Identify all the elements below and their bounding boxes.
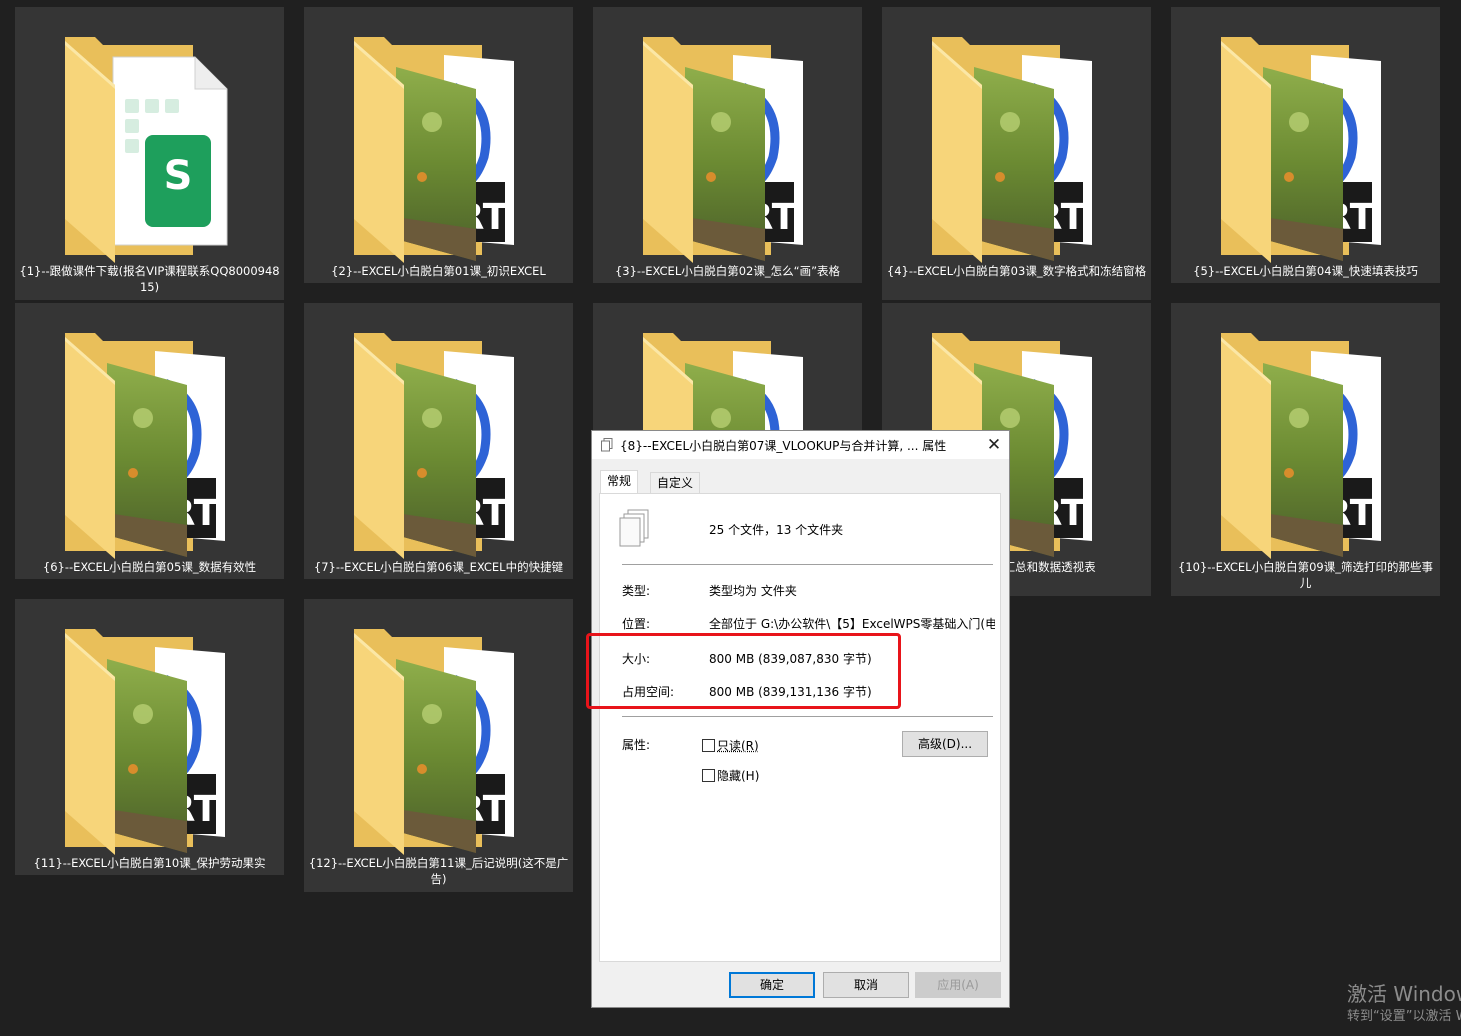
folder-icon: RT — [65, 629, 225, 855]
readonly-checkbox[interactable] — [702, 739, 715, 752]
folder-thumbnail: RT — [882, 7, 1151, 263]
folder-thumbnail: RT — [15, 599, 284, 855]
ok-button[interactable]: 确定 — [729, 972, 815, 998]
folder-item[interactable]: RT {10}--EXCEL小白脱白第09课_筛选打印的那些事儿 — [1171, 303, 1440, 596]
folder-icon: RT — [932, 37, 1092, 263]
folder-icon: RT — [643, 37, 803, 263]
dialog-title: {8}--EXCEL小白脱白第07课_VLOOKUP与合并计算, ... 属性 — [620, 439, 947, 453]
folder-icon: RT — [354, 333, 514, 559]
folder-thumbnail: RT — [1171, 7, 1440, 263]
tab-custom[interactable]: 自定义 — [650, 472, 701, 493]
folder-name: {4}--EXCEL小白脱白第03课_数字格式和冻结窗格 — [886, 264, 1147, 278]
apply-button[interactable]: 应用(A) — [915, 972, 1001, 998]
properties-dialog: {8}--EXCEL小白脱白第07课_VLOOKUP与合并计算, ... 属性 … — [591, 430, 1010, 1008]
cancel-button[interactable]: 取消 — [823, 972, 909, 998]
tab-general[interactable]: 常规 — [600, 470, 639, 493]
folder-item[interactable]: RT {12}--EXCEL小白脱白第11课_后记说明(这不是广告) — [304, 599, 573, 892]
folder-name: {1}--跟做课件下载(报名VIP课程联系QQ800094815) — [19, 264, 280, 294]
folder-item[interactable]: RT {11}--EXCEL小白脱白第10课_保护劳动果实 — [15, 599, 284, 875]
folder-thumbnail: S — [15, 7, 284, 263]
folder-item[interactable]: RT {7}--EXCEL小白脱白第06课_EXCEL中的快捷键 — [304, 303, 573, 579]
folder-icon: RT — [354, 629, 514, 855]
folder-thumbnail: RT — [593, 7, 862, 263]
contents-summary: 25 个文件，13 个文件夹 — [709, 523, 844, 537]
folder-item[interactable]: S {1}--跟做课件下载(报名VIP课程联系QQ800094815) — [15, 7, 284, 300]
folder-item[interactable]: RT {6}--EXCEL小白脱白第05课_数据有效性 — [15, 303, 284, 579]
folder-thumbnail: RT — [304, 599, 573, 855]
activation-watermark-subtitle: 转到“设置”以激活 Windows。 — [1347, 1009, 1461, 1024]
folder-thumbnail: RT — [304, 7, 573, 263]
attributes-label: 属性: — [622, 738, 651, 752]
folder-item[interactable]: RT {2}--EXCEL小白脱白第01课_初识EXCEL — [304, 7, 573, 283]
folder-name: {5}--EXCEL小白脱白第04课_快速填表技巧 — [1193, 264, 1418, 278]
thumb-sheet-letter: S — [164, 153, 193, 199]
folder-thumbnail: RT — [304, 303, 573, 559]
folder-item[interactable]: RT {4}--EXCEL小白脱白第03课_数字格式和冻结窗格 — [882, 7, 1151, 300]
folder-name: {6}--EXCEL小白脱白第05课_数据有效性 — [42, 560, 257, 574]
readonly-label[interactable]: 只读(R) — [717, 737, 759, 754]
folder-icon: RT — [1221, 37, 1381, 263]
folder-name: {11}--EXCEL小白脱白第10课_保护劳动果实 — [33, 856, 266, 870]
close-button[interactable]: ✕ — [979, 431, 1009, 459]
activation-watermark-title: 激活 Windows — [1347, 982, 1461, 1006]
folder-icon: RT — [354, 37, 514, 263]
dialog-titlebar[interactable]: {8}--EXCEL小白脱白第07课_VLOOKUP与合并计算, ... 属性 … — [592, 431, 1009, 459]
folder-thumbnail: RT — [15, 303, 284, 559]
folder-item[interactable]: RT {3}--EXCEL小白脱白第02课_怎么“画”表格 — [593, 7, 862, 283]
location-value[interactable]: 全部位于 G:\办公软件\【5】ExcelWPS零基础入门(电子表格 — [709, 615, 995, 632]
folder-icon: RT — [65, 333, 225, 559]
folder-icon: RT — [1221, 333, 1381, 559]
folder-thumbnail: RT — [1171, 303, 1440, 559]
folder-name: {12}--EXCEL小白脱白第11课_后记说明(这不是广告) — [308, 856, 569, 886]
folder-name: {7}--EXCEL小白脱白第06课_EXCEL中的快捷键 — [313, 560, 564, 574]
hidden-checkbox[interactable] — [702, 769, 715, 782]
hidden-label[interactable]: 隐藏(H) — [717, 767, 759, 784]
general-panel: 25 个文件，13 个文件夹 类型: 类型均为 文件夹 位置: 全部位于 G:\… — [599, 493, 1001, 962]
type-value: 类型均为 文件夹 — [709, 584, 797, 598]
folder-item[interactable]: RT {5}--EXCEL小白脱白第04课_快速填表技巧 — [1171, 7, 1440, 283]
multiple-files-icon — [619, 509, 649, 547]
location-label: 位置: — [622, 617, 651, 631]
type-label: 类型: — [622, 584, 651, 598]
divider — [622, 564, 993, 565]
folder-name: {2}--EXCEL小白脱白第01课_初识EXCEL — [331, 264, 546, 278]
advanced-button[interactable]: 高级(D)... — [902, 731, 988, 757]
divider — [622, 716, 993, 717]
folder-name: {3}--EXCEL小白脱白第02课_怎么“画”表格 — [614, 264, 841, 278]
size-highlight-box — [586, 633, 901, 709]
folder-name: {10}--EXCEL小白脱白第09课_筛选打印的那些事儿 — [1178, 560, 1433, 590]
multiple-files-icon — [601, 438, 613, 452]
folder-icon: S — [65, 37, 228, 263]
